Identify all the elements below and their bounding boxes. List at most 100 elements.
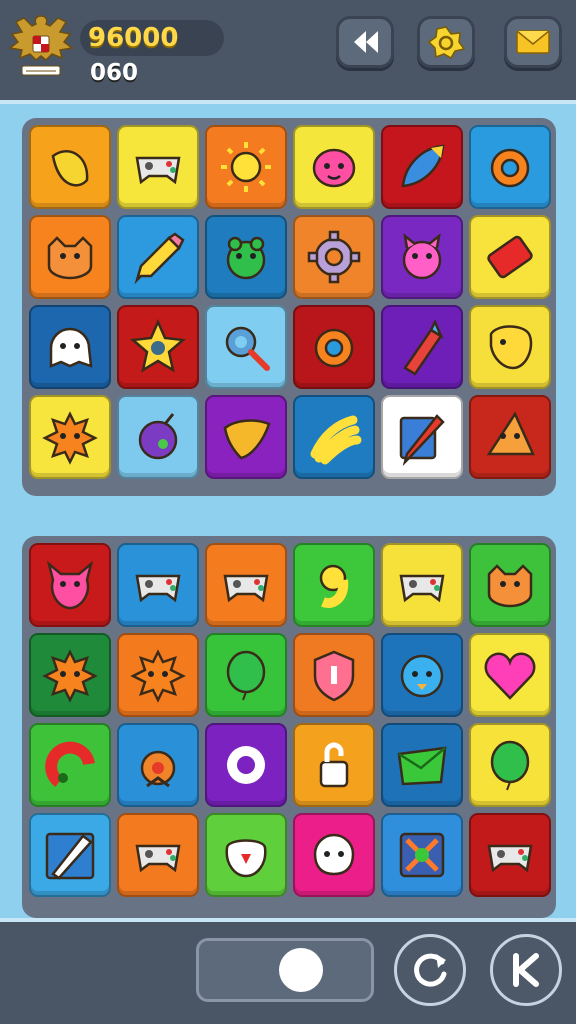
shield-icon	[313, 650, 355, 702]
banana-bunch-icon	[310, 415, 362, 465]
game-tile[interactable]	[117, 125, 199, 209]
red-face-icon	[225, 839, 267, 878]
mail-button[interactable]	[504, 16, 562, 68]
game-tile[interactable]	[293, 543, 375, 627]
game-tile[interactable]	[29, 543, 111, 627]
pink-devil-icon	[46, 560, 94, 610]
orange-sun-icon	[42, 649, 98, 703]
game-tile[interactable]	[29, 633, 111, 717]
game-tile[interactable]	[205, 395, 287, 479]
pink-monster-icon	[402, 232, 442, 280]
cat-face-icon	[487, 564, 533, 608]
game-tile[interactable]	[29, 395, 111, 479]
gear-icon	[307, 230, 361, 284]
game-tile[interactable]	[381, 305, 463, 389]
gamepad-icon	[135, 156, 181, 185]
game-tile[interactable]	[381, 813, 463, 897]
rocket-icon	[401, 144, 445, 188]
game-tile[interactable]	[293, 125, 375, 209]
game-tile[interactable]	[205, 215, 287, 299]
game-tile[interactable]	[381, 723, 463, 807]
pencil-icon	[134, 232, 185, 285]
orange-ring-icon	[314, 328, 354, 368]
game-tile[interactable]	[205, 543, 287, 627]
game-tile[interactable]	[469, 543, 551, 627]
fox-face-icon	[47, 236, 93, 280]
game-tile[interactable]	[293, 813, 375, 897]
game-tile[interactable]	[205, 723, 287, 807]
grey-gamepad-icon	[135, 844, 181, 873]
game-tile[interactable]	[117, 305, 199, 389]
crayon-icon	[403, 319, 444, 376]
green-blob-icon	[226, 650, 266, 701]
star-badge-icon	[427, 26, 465, 59]
game-tile[interactable]	[469, 125, 551, 209]
game-tile[interactable]	[469, 723, 551, 807]
game-tile[interactable]	[293, 395, 375, 479]
moves-counter: 060	[90, 60, 139, 86]
game-tile[interactable]	[29, 813, 111, 897]
back-button[interactable]	[336, 16, 394, 68]
game-tile[interactable]	[381, 125, 463, 209]
reward-button[interactable]	[417, 16, 475, 68]
game-tile[interactable]	[117, 813, 199, 897]
bottom-tile-board	[22, 536, 556, 918]
green-frog-icon	[226, 236, 266, 280]
white-ring-icon	[227, 746, 265, 784]
game-tile[interactable]	[117, 395, 199, 479]
game-tile[interactable]	[117, 215, 199, 299]
red-swirl-icon	[45, 741, 95, 787]
orange-bell-icon	[140, 750, 176, 788]
refresh-button[interactable]	[394, 934, 466, 1006]
splash-icon	[399, 832, 445, 878]
game-tile[interactable]	[205, 633, 287, 717]
red-ticket-icon	[487, 235, 533, 279]
slider-knob[interactable]	[279, 948, 323, 992]
game-tile[interactable]	[205, 305, 287, 389]
burst-icon	[130, 649, 186, 703]
game-tile[interactable]	[117, 723, 199, 807]
game-tile[interactable]	[29, 125, 111, 209]
game-tile[interactable]	[117, 633, 199, 717]
envelope-icon	[516, 30, 550, 54]
game-tile[interactable]	[469, 395, 551, 479]
game-tile[interactable]	[29, 723, 111, 807]
game-tile[interactable]	[469, 215, 551, 299]
game-tile[interactable]	[117, 543, 199, 627]
leaf-heart-icon	[223, 419, 271, 460]
pen-icon	[399, 414, 445, 467]
sun-icon	[221, 142, 271, 192]
magnifier-gear-icon	[225, 326, 270, 371]
game-tile[interactable]	[205, 125, 287, 209]
slider-track[interactable]	[196, 938, 374, 1002]
game-tile[interactable]	[293, 215, 375, 299]
game-tile[interactable]	[469, 813, 551, 897]
yellow-nine-icon	[319, 564, 349, 608]
puzzle-face-icon	[489, 325, 533, 370]
game-tile[interactable]	[293, 305, 375, 389]
refresh-icon	[414, 953, 447, 987]
game-tile[interactable]	[29, 215, 111, 299]
green-balloon-icon	[490, 740, 530, 791]
pizza-slice-icon	[486, 411, 535, 456]
menu-k-button[interactable]	[490, 934, 562, 1006]
game-tile[interactable]	[293, 723, 375, 807]
game-tile[interactable]	[381, 215, 463, 299]
blue-gamepad-icon	[135, 574, 181, 603]
paintbrush-icon	[45, 832, 95, 880]
skull-icon	[313, 833, 355, 876]
game-tile[interactable]	[381, 543, 463, 627]
green-envelope-icon	[397, 746, 447, 786]
purple-gamepad-icon	[399, 574, 445, 603]
game-tile[interactable]	[381, 395, 463, 479]
heart-icon	[484, 652, 536, 700]
star-icon	[130, 318, 186, 373]
game-tile[interactable]	[469, 305, 551, 389]
white-gamepad-icon	[223, 574, 269, 603]
game-tile[interactable]	[469, 633, 551, 717]
banana-icon	[51, 150, 89, 187]
game-tile[interactable]	[29, 305, 111, 389]
game-tile[interactable]	[205, 813, 287, 897]
game-tile[interactable]	[293, 633, 375, 717]
game-tile[interactable]	[381, 633, 463, 717]
